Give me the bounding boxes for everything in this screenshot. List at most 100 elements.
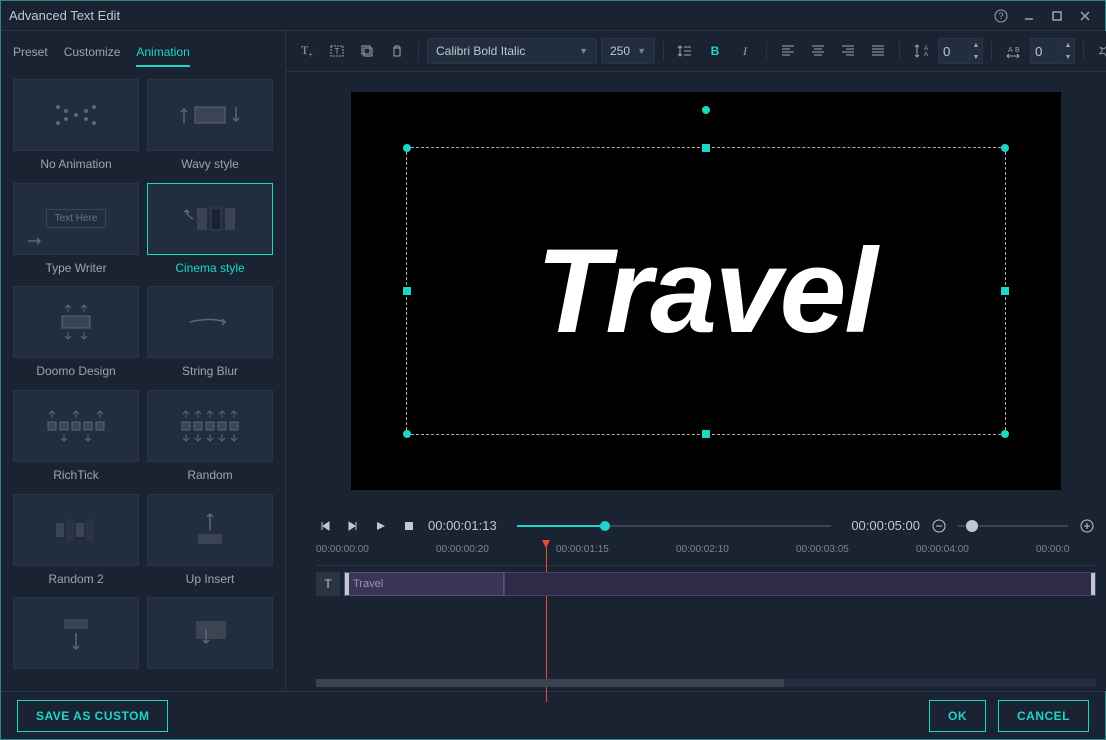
anim-no-animation[interactable]: No Animation <box>13 79 139 175</box>
italic-icon[interactable]: I <box>732 38 758 64</box>
delete-icon[interactable] <box>384 38 410 64</box>
anim-item-11[interactable] <box>13 597 139 679</box>
font-select[interactable]: Calibri Bold Italic ▼ <box>427 38 597 64</box>
play-icon[interactable] <box>372 520 390 532</box>
close-icon[interactable] <box>1073 4 1097 28</box>
spinner-down-icon[interactable]: ▼ <box>1062 51 1074 63</box>
cancel-button[interactable]: CANCEL <box>998 700 1089 732</box>
char-spacing-icon[interactable]: AB <box>1000 38 1026 64</box>
resize-handle-bl[interactable] <box>403 430 411 438</box>
spinner-up-icon[interactable]: ▲ <box>1062 39 1074 51</box>
char-spacing-spinner[interactable]: ▲ ▼ <box>1030 38 1075 64</box>
snap-icon[interactable] <box>1092 38 1106 64</box>
anim-label: Random 2 <box>48 572 103 586</box>
next-frame-icon[interactable] <box>344 520 362 532</box>
align-right-icon[interactable] <box>835 38 861 64</box>
anim-label: Up Insert <box>186 572 235 586</box>
resize-handle-tr[interactable] <box>1001 144 1009 152</box>
text-bounding-box[interactable]: Travel <box>406 147 1006 435</box>
ruler-mark: 00:00:00:20 <box>436 544 489 555</box>
editor-panel: T+ T Calibri Bold Italic ▼ 250 ▼ B I AA <box>286 31 1106 691</box>
text-clip-tail[interactable] <box>504 572 1096 596</box>
anim-string-blur[interactable]: String Blur <box>147 286 273 382</box>
size-select[interactable]: 250 ▼ <box>601 38 655 64</box>
zoom-in-icon[interactable] <box>1078 519 1096 533</box>
save-as-custom-button[interactable]: SAVE AS CUSTOM <box>17 700 168 732</box>
canvas-text[interactable]: Travel <box>536 222 875 360</box>
stop-icon[interactable] <box>400 520 418 532</box>
anim-doomo-design[interactable]: Doomo Design <box>13 286 139 382</box>
font-size: 250 <box>610 44 630 58</box>
bold-icon[interactable]: B <box>702 38 728 64</box>
current-time: 00:00:01:13 <box>428 518 497 533</box>
resize-handle-tm[interactable] <box>702 144 710 152</box>
line-height-icon[interactable] <box>672 38 698 64</box>
resize-handle-br[interactable] <box>1001 430 1009 438</box>
svg-text:T: T <box>335 47 340 56</box>
tab-customize[interactable]: Customize <box>64 39 121 67</box>
anim-label: Wavy style <box>181 157 239 171</box>
maximize-icon[interactable] <box>1045 4 1069 28</box>
anim-label: String Blur <box>182 364 238 378</box>
duration-time: 00:00:05:00 <box>851 518 920 533</box>
preview-canvas[interactable]: Travel <box>351 92 1061 490</box>
anim-label: Random <box>187 468 232 482</box>
anim-wavy-style[interactable]: Wavy style <box>147 79 273 175</box>
scrollbar-thumb[interactable] <box>316 679 784 687</box>
ruler-mark: 00:00:04:00 <box>916 544 969 555</box>
canvas-area: Travel <box>286 72 1106 510</box>
resize-handle-bm[interactable] <box>702 430 710 438</box>
resize-handle-tl[interactable] <box>403 144 411 152</box>
spinner-up-icon[interactable]: ▲ <box>970 39 982 51</box>
svg-text:?: ? <box>998 11 1003 21</box>
timeline-ruler[interactable]: 00:00:00:00 00:00:00:20 00:00:01:15 00:0… <box>316 542 1096 566</box>
copy-icon[interactable] <box>354 38 380 64</box>
ruler-mark: 00:00:02:10 <box>676 544 729 555</box>
line-spacing-icon[interactable]: AA <box>908 38 934 64</box>
ruler-mark: 00:00:03:05 <box>796 544 849 555</box>
font-name: Calibri Bold Italic <box>436 44 525 58</box>
prev-frame-icon[interactable] <box>316 520 334 532</box>
line-spacing-spinner[interactable]: ▲ ▼ <box>938 38 983 64</box>
timeline-scrollbar[interactable] <box>316 679 1096 687</box>
animation-sidebar: Preset Customize Animation No Animation … <box>1 31 286 691</box>
char-spacing-input[interactable] <box>1031 44 1061 59</box>
anim-item-12[interactable] <box>147 597 273 679</box>
minimize-icon[interactable] <box>1017 4 1041 28</box>
zoom-thumb[interactable] <box>966 520 978 532</box>
tab-animation[interactable]: Animation <box>136 39 189 67</box>
tab-preset[interactable]: Preset <box>13 39 48 67</box>
anim-type-writer[interactable]: Text Here Type Writer <box>13 183 139 279</box>
line-spacing-input[interactable] <box>939 44 969 59</box>
zoom-out-icon[interactable] <box>930 519 948 533</box>
anim-random[interactable]: Random <box>147 390 273 486</box>
window-title: Advanced Text Edit <box>9 8 120 23</box>
slider-thumb[interactable] <box>600 521 610 531</box>
clip-handle-left[interactable] <box>345 573 349 595</box>
playback-slider[interactable] <box>517 525 832 527</box>
zoom-slider[interactable] <box>958 525 1068 527</box>
spinner-down-icon[interactable]: ▼ <box>970 51 982 63</box>
anim-up-insert[interactable]: Up Insert <box>147 494 273 590</box>
ok-button[interactable]: OK <box>929 700 986 732</box>
rotate-handle[interactable] <box>702 106 710 114</box>
playhead[interactable] <box>546 542 547 702</box>
align-left-icon[interactable] <box>775 38 801 64</box>
text-toolbar: T+ T Calibri Bold Italic ▼ 250 ▼ B I AA <box>286 31 1106 72</box>
text-clip[interactable]: Travel <box>344 572 504 596</box>
chevron-down-icon: ▼ <box>579 46 588 56</box>
anim-random-2[interactable]: Random 2 <box>13 494 139 590</box>
text-box-icon[interactable]: T <box>324 38 350 64</box>
playback-bar: 00:00:01:13 00:00:05:00 <box>286 510 1106 542</box>
anim-cinema-style[interactable]: Cinema style <box>147 183 273 279</box>
align-center-icon[interactable] <box>805 38 831 64</box>
anim-richtick[interactable]: RichTick <box>13 390 139 486</box>
clip-handle-right[interactable] <box>1091 573 1095 595</box>
animation-grid: No Animation Wavy style Text Here Type W… <box>1 67 285 691</box>
resize-handle-ml[interactable] <box>403 287 411 295</box>
align-justify-icon[interactable] <box>865 38 891 64</box>
resize-handle-mr[interactable] <box>1001 287 1009 295</box>
add-text-icon[interactable]: T+ <box>294 38 320 64</box>
help-icon[interactable]: ? <box>989 4 1013 28</box>
text-track: T Travel <box>316 572 1096 596</box>
